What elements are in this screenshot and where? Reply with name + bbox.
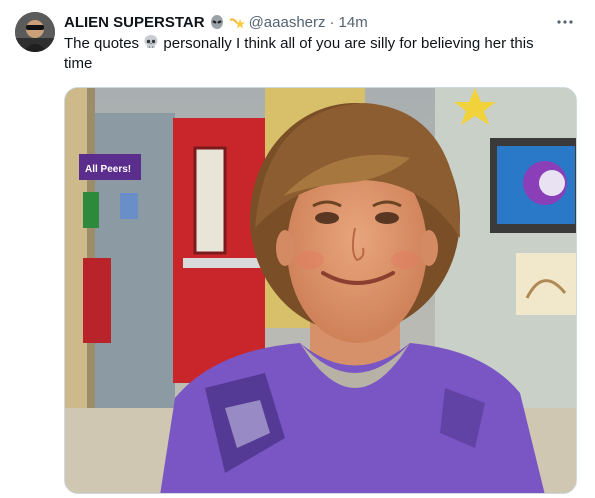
header-separator: · <box>329 13 335 31</box>
more-options-button[interactable] <box>555 12 575 32</box>
media-image: All Peers! <box>65 88 576 493</box>
tweet[interactable]: ALIEN SUPERSTAR @aaasherz · 14m The quot <box>0 0 595 498</box>
shooting-star-icon <box>229 14 245 30</box>
avatar[interactable] <box>15 12 55 52</box>
tweet-header: ALIEN SUPERSTAR @aaasherz · 14m <box>64 12 555 32</box>
tweet-media[interactable]: All Peers! <box>64 87 577 494</box>
skull-icon <box>143 34 159 50</box>
more-options-icon <box>557 20 573 24</box>
avatar-image <box>15 12 55 52</box>
tweet-text-part-1: The quotes <box>64 35 140 52</box>
user-handle[interactable]: @aaasherz <box>249 14 326 31</box>
alien-icon <box>209 14 225 30</box>
sign-text: All Peers! <box>85 164 131 175</box>
display-name[interactable]: ALIEN SUPERSTAR <box>64 14 205 31</box>
tweet-text: The quotes personally I think all of you… <box>64 34 564 74</box>
timestamp[interactable]: 14m <box>339 14 368 31</box>
